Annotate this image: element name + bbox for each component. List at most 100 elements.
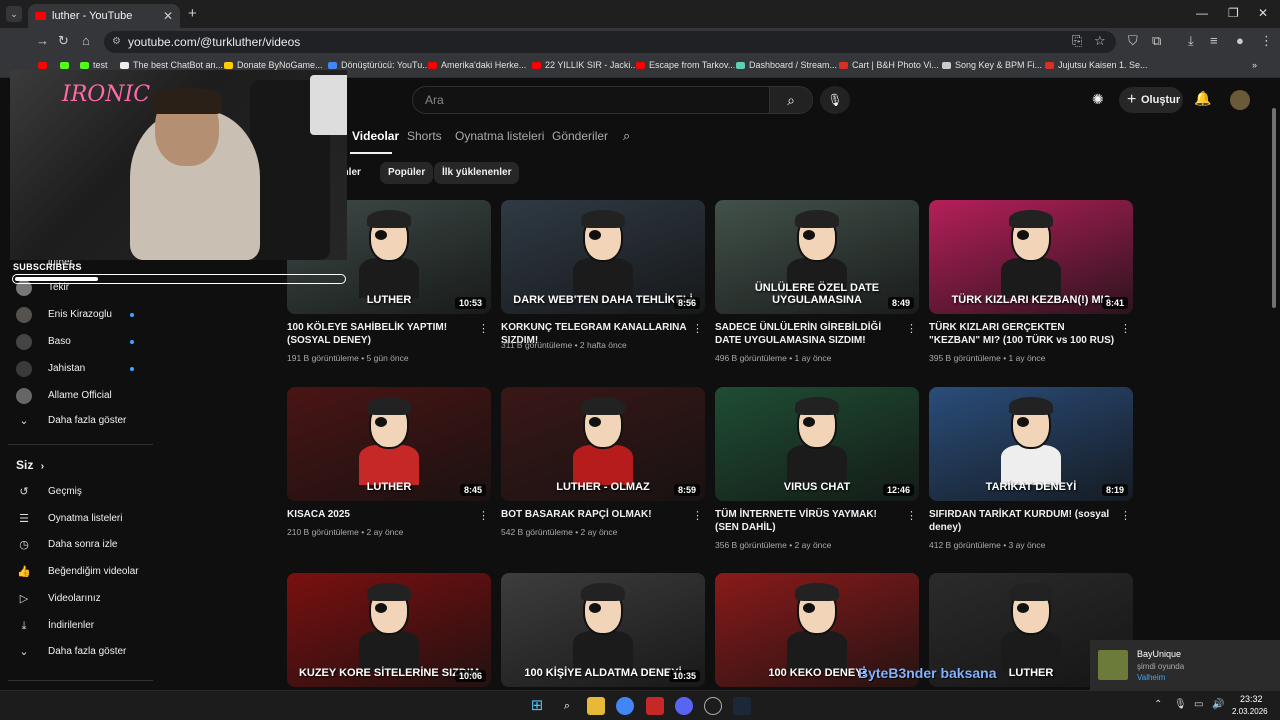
clock-time[interactable]: 23:32 — [1240, 694, 1263, 704]
studio-icon[interactable]: ✺ — [1092, 91, 1104, 108]
forward-icon[interactable]: → — [36, 33, 49, 48]
video-thumbnail[interactable]: VIRUS CHAT 12:46 — [715, 387, 919, 501]
video-menu-icon[interactable]: ⋮ — [906, 509, 917, 522]
obs-app-icon[interactable] — [646, 697, 664, 715]
sidebar-item-playlists[interactable]: ☰ Oynatma listeleri — [16, 506, 146, 532]
bookmark-item[interactable]: Song Key & BPM Fi... — [942, 60, 1042, 70]
clock-date[interactable]: 2.03.2026 — [1232, 707, 1268, 716]
minimize-icon[interactable]: — — [1196, 6, 1208, 20]
download-icon[interactable]: ⤓ — [1188, 33, 1194, 49]
bookmark-item[interactable]: test — [80, 60, 108, 70]
tab-playlists[interactable]: Oynatma listeleri — [455, 129, 544, 143]
video-thumbnail[interactable]: TARİKAT DENEYİ 8:19 — [929, 387, 1133, 501]
tab-videos[interactable]: Videolar — [352, 129, 399, 143]
sidebar-item-show-more[interactable]: ⌄ Daha fazla göster — [16, 639, 146, 665]
voice-search-button[interactable]: 🎙 — [820, 86, 850, 114]
install-app-icon[interactable]: ⎘ — [1072, 33, 1082, 49]
video-title[interactable]: 100 KÖLEYE SAHİBELİK YAPTIM! (SOSYAL DEN… — [287, 321, 475, 347]
home-icon[interactable]: ⌂ — [82, 33, 90, 48]
reload-icon[interactable]: ↻ — [58, 33, 69, 49]
bookmark-item[interactable] — [38, 60, 51, 70]
video-card[interactable]: LUTHER 8:45 KISACA 2025 210 B görüntüleme •… — [287, 387, 491, 567]
video-title[interactable]: TÜM İNTERNETE VİRÜS YAYMAK! (SEN DAHİL) — [715, 508, 903, 534]
sidebar-item-your-videos[interactable]: ▷ Videolarınız — [16, 586, 146, 612]
subscription-item[interactable]: Jahistan — [16, 356, 146, 382]
extensions-icon[interactable]: ⧉ — [1152, 33, 1161, 49]
tab-posts[interactable]: Gönderiler — [552, 129, 608, 143]
windows-start-icon[interactable]: ⊞ — [528, 697, 546, 715]
address-bar[interactable]: ⚙ youtube.com/@turkluther/videos — [104, 31, 1116, 53]
video-title[interactable]: BOT BASARAK RAPÇİ OLMAK! — [501, 508, 689, 521]
tray-chevron-icon[interactable]: ⌃ — [1154, 699, 1162, 710]
app-icon[interactable] — [704, 697, 722, 715]
bookmark-item[interactable]: The best ChatBot an... — [120, 60, 223, 70]
video-card[interactable]: VIRUS CHAT 12:46 TÜM İNTERNETE VİRÜS YAYMA… — [715, 387, 919, 567]
subscriptions-show-more[interactable]: ⌄ Daha fazla göster — [16, 408, 146, 434]
bookmark-item[interactable]: Dashboard / Stream... — [736, 60, 837, 70]
bookmark-item[interactable]: Amerika'daki Herke... — [428, 60, 526, 70]
bookmark-item[interactable] — [60, 60, 73, 70]
subscription-item[interactable]: Enis Kirazoglu — [16, 302, 146, 328]
tab-shorts[interactable]: Shorts — [407, 129, 442, 143]
chrome-icon[interactable] — [616, 697, 634, 715]
chip-popular[interactable]: Popüler — [380, 162, 434, 184]
profile-icon[interactable]: ● — [1236, 33, 1244, 48]
site-info-icon[interactable]: ⚙ — [112, 31, 121, 53]
bookmark-item[interactable]: Cart | B&H Photo Vi... — [839, 60, 939, 70]
you-section-heading[interactable]: Siz › — [16, 458, 44, 472]
game-notification[interactable]: BayUnique şimdi oyunda Valheim — [1090, 640, 1280, 690]
video-thumbnail[interactable]: LUTHER 8:45 — [287, 387, 491, 501]
bookmark-item[interactable]: Donate ByNoGame... — [224, 60, 323, 70]
sidebar-item-watch-later[interactable]: ◷ Daha sonra izle — [16, 532, 146, 558]
video-title[interactable]: SIFIRDAN TARİKAT KURDUM! (sosyal deney) — [929, 508, 1117, 534]
video-card[interactable]: LUTHER - OLMAZ 8:59 BOT BASARAK RAPÇİ OLMA… — [501, 387, 705, 567]
video-card[interactable]: TARİKAT DENEYİ 8:19 SIFIRDAN TARİKAT KURDU… — [929, 387, 1133, 567]
shield-icon[interactable]: ⛉ — [1128, 33, 1138, 49]
video-menu-icon[interactable]: ⋮ — [478, 322, 489, 335]
video-title[interactable]: KISACA 2025 — [287, 508, 475, 521]
video-thumbnail[interactable]: ÜNLÜLERE ÖZEL DATE UYGULAMASINA 8:49 — [715, 200, 919, 314]
account-avatar[interactable] — [1230, 90, 1250, 110]
subscription-item[interactable]: Allame Official — [16, 383, 146, 409]
tray-display-icon[interactable]: ▭ — [1194, 699, 1203, 710]
bookmark-star-icon[interactable]: ☆ — [1094, 33, 1106, 49]
video-card[interactable]: KUZEY KORE SİTELERİNE SIZDIM 10:06 — [287, 573, 491, 690]
video-menu-icon[interactable]: ⋮ — [692, 322, 703, 335]
bookmark-item[interactable]: Jujutsu Kaisen 1. Se... — [1045, 60, 1148, 70]
restore-icon[interactable]: ❐ — [1228, 6, 1239, 20]
chip-oldest[interactable]: İlk yüklenenler — [434, 162, 520, 184]
video-menu-icon[interactable]: ⋮ — [692, 509, 703, 522]
browser-tab[interactable]: luther - YouTube ✕ — [28, 4, 180, 28]
window-close-icon[interactable]: ✕ — [1258, 6, 1268, 20]
video-thumbnail[interactable]: 100 KİŞİYE ALDATMA DENEYİ 10:35 — [501, 573, 705, 687]
subscription-item[interactable]: Baso — [16, 329, 146, 355]
video-thumbnail[interactable]: DARK WEB'TEN DAHA TEHLİKELİ 8:56 — [501, 200, 705, 314]
video-title[interactable]: SADECE ÜNLÜLERİN GİREBİLDİĞİ DATE UYGULA… — [715, 321, 903, 347]
new-tab-button[interactable]: + — [188, 5, 197, 22]
bookmark-item[interactable]: Escape from Tarkov... — [636, 60, 735, 70]
video-menu-icon[interactable]: ⋮ — [478, 509, 489, 522]
video-title[interactable]: TÜRK KIZLARI GERÇEKTEN "KEZBAN" MI? (100… — [929, 321, 1117, 347]
channel-search-icon[interactable]: ⌕ — [623, 128, 630, 144]
bookmark-item[interactable]: 22 YILLIK SIR - Jacki... — [532, 60, 638, 70]
media-icon[interactable]: ≡ — [1210, 33, 1218, 48]
sidebar-item-liked-videos[interactable]: 👍 Beğendiğim videolar — [16, 559, 146, 585]
create-button[interactable]: + Oluştur — [1119, 87, 1183, 113]
video-thumbnail[interactable]: KUZEY KORE SİTELERİNE SIZDIM 10:06 — [287, 573, 491, 687]
video-thumbnail[interactable]: TÜRK KIZLARI KEZBAN(!) MI? 8:41 — [929, 200, 1133, 314]
video-card[interactable]: ÜNLÜLERE ÖZEL DATE UYGULAMASINA 8:49 SADEC… — [715, 200, 919, 380]
page-scrollbar[interactable] — [1272, 108, 1276, 308]
steam-icon[interactable] — [733, 697, 751, 715]
sidebar-item-history[interactable]: ↺ Geçmiş — [16, 479, 146, 505]
tab-close-icon[interactable]: ✕ — [163, 4, 173, 28]
menu-icon[interactable]: ⋮ — [1260, 33, 1273, 49]
bookmarks-overflow-icon[interactable]: » — [1252, 60, 1257, 70]
tray-volume-icon[interactable]: 🔊 — [1212, 699, 1224, 710]
file-explorer-icon[interactable] — [587, 697, 605, 715]
video-menu-icon[interactable]: ⋮ — [1120, 509, 1131, 522]
video-menu-icon[interactable]: ⋮ — [1120, 322, 1131, 335]
video-menu-icon[interactable]: ⋮ — [906, 322, 917, 335]
tab-search-icon[interactable]: ⌄ — [6, 6, 22, 22]
sidebar-item-downloads[interactable]: ⤓ İndirilenler — [16, 613, 146, 639]
bookmark-item[interactable]: Dönüştürücü: YouTu... — [328, 60, 430, 70]
